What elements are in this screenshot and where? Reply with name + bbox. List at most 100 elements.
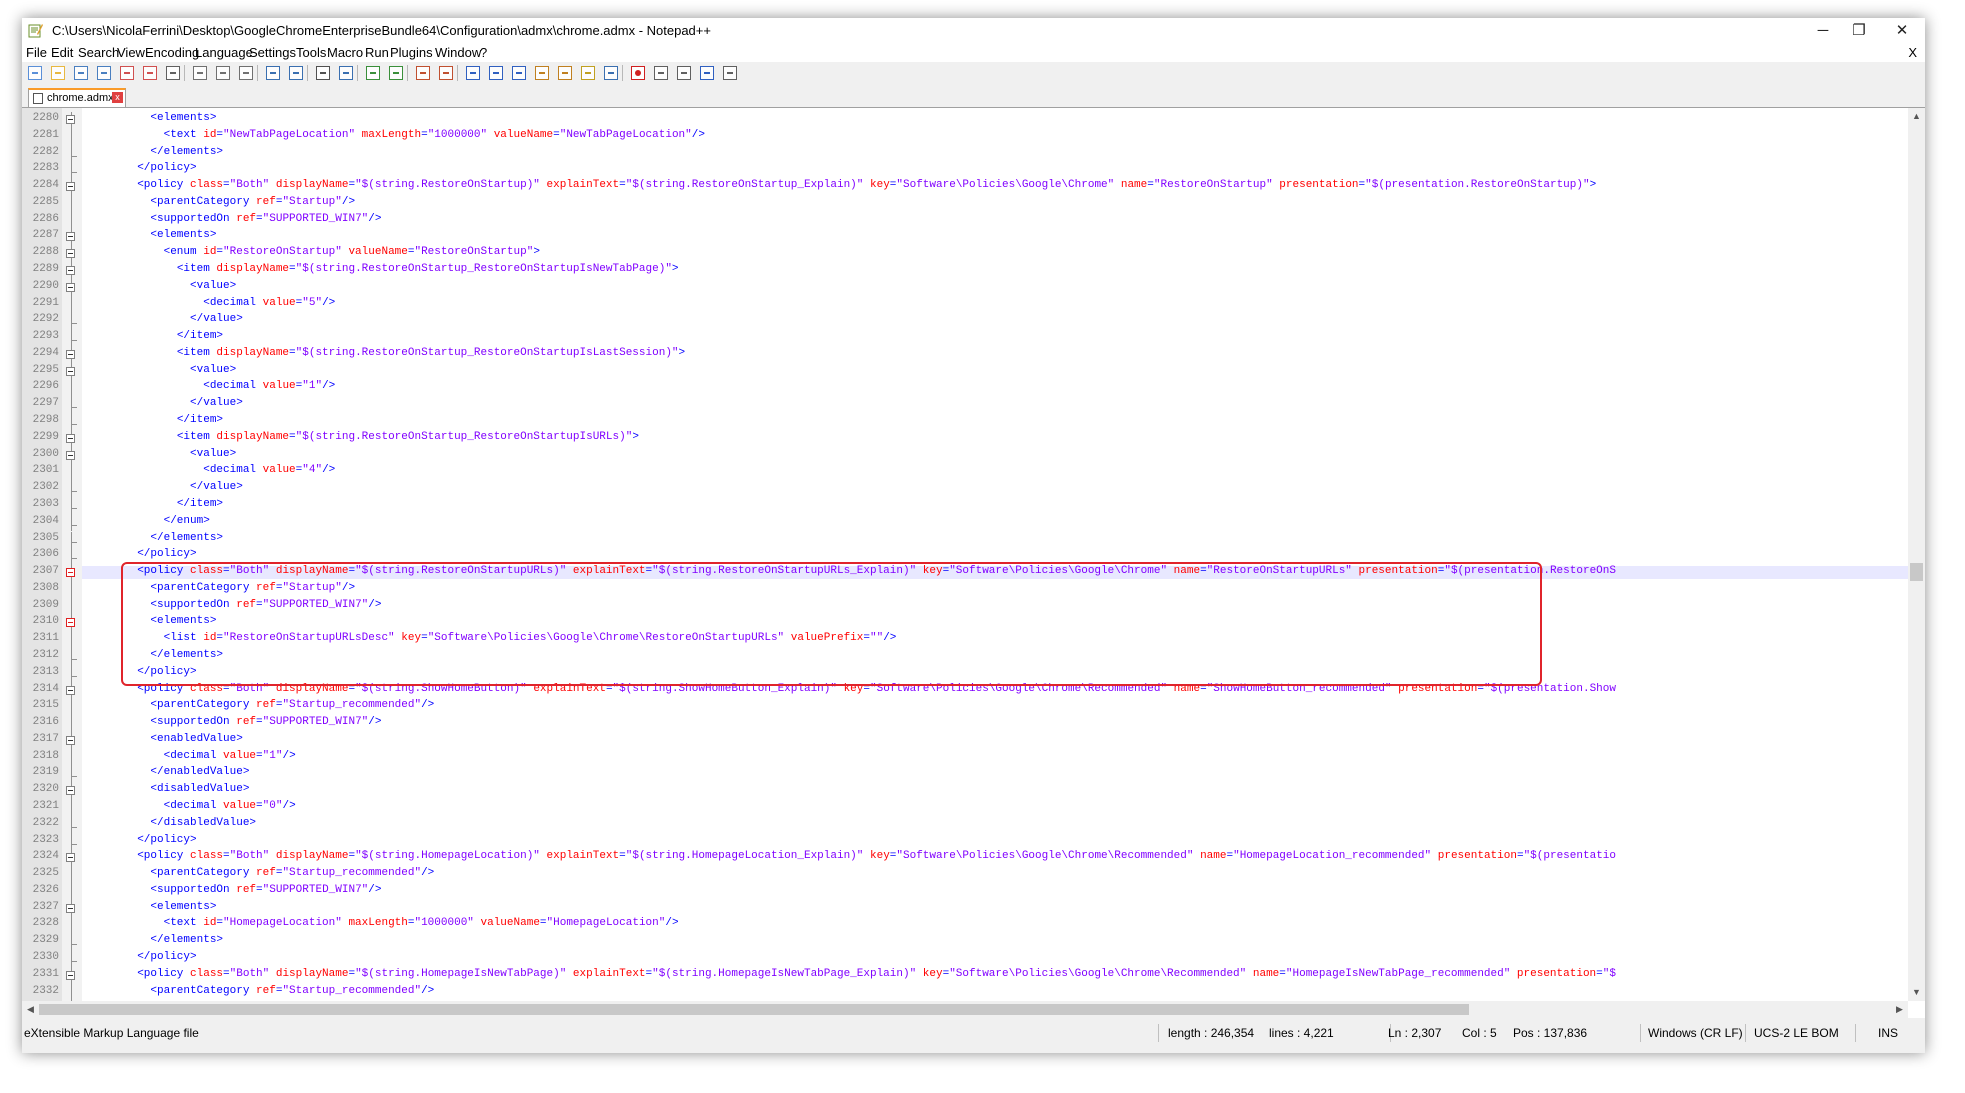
folder-workspace-icon[interactable] [581, 66, 595, 80]
fold-toggle-icon[interactable] [66, 735, 75, 745]
replace-icon[interactable] [339, 66, 353, 80]
line-number: 2306 [32, 548, 59, 561]
monitoring-icon[interactable] [604, 66, 618, 80]
fold-end-marker [71, 961, 77, 962]
copy-icon[interactable] [216, 66, 230, 80]
zoom-in-icon[interactable] [366, 66, 380, 80]
fold-guide-line [71, 380, 72, 398]
fold-toggle-icon[interactable] [66, 282, 75, 292]
fold-guide-line [71, 481, 72, 498]
menu-encoding[interactable]: Encoding [145, 45, 199, 60]
fold-end-marker [71, 340, 77, 342]
code-editor[interactable]: 2280 <elements> 2281 <text id="NewTabPage… [22, 108, 1925, 1018]
vertical-scroll-thumb[interactable] [1910, 563, 1923, 581]
play-macro-icon[interactable] [677, 66, 691, 80]
scroll-up-icon[interactable]: ▲ [1908, 108, 1925, 125]
menu-window[interactable]: Window [435, 45, 481, 60]
code-line: <supportedOn ref="SUPPORTED_WIN7"/> [150, 212, 382, 225]
title-bar: C:\Users\NicolaFerrini\Desktop\GoogleChr… [22, 18, 1925, 44]
fold-guide-line [71, 581, 72, 599]
indent-guide-icon[interactable] [512, 66, 526, 80]
toolbar-separator [357, 65, 358, 81]
tab-close-icon[interactable]: x [112, 92, 123, 103]
code-line: <policy class="Both" displayName="$(stri… [137, 967, 1616, 980]
menu-language[interactable]: Language [195, 45, 253, 60]
menu-view[interactable]: View [117, 45, 145, 60]
fold-toggle-icon[interactable] [66, 182, 75, 192]
cut-icon[interactable] [193, 66, 207, 80]
fold-end-marker [71, 172, 77, 174]
fold-toggle-icon[interactable] [66, 115, 75, 124]
fold-guide-line [71, 816, 72, 834]
find-icon[interactable] [316, 66, 330, 80]
scroll-down-icon[interactable]: ▼ [1908, 984, 1925, 1001]
stop-record-icon[interactable] [654, 66, 668, 80]
sync-vertical-icon[interactable] [416, 66, 430, 80]
fold-toggle-icon[interactable] [66, 685, 75, 695]
status-encoding: UCS-2 LE BOM [1754, 1026, 1839, 1040]
vertical-scrollbar[interactable]: ▲ ▼ [1908, 108, 1925, 1001]
zoom-out-icon[interactable] [389, 66, 403, 80]
menu-edit[interactable]: Edit [51, 45, 73, 60]
notepadpp-window: C:\Users\NicolaFerrini\Desktop\GoogleChr… [22, 18, 1925, 1053]
fold-toggle-icon[interactable] [66, 366, 75, 376]
fold-toggle-icon[interactable] [66, 970, 75, 980]
code-line: </value> [190, 397, 243, 410]
close-icon[interactable] [120, 66, 134, 80]
scroll-right-icon[interactable]: ▶ [1891, 1001, 1908, 1018]
fold-toggle-icon[interactable] [66, 349, 75, 359]
fold-toggle-icon[interactable] [66, 903, 75, 913]
print-icon[interactable] [166, 66, 180, 80]
close-document-button[interactable]: X [1908, 45, 1917, 60]
line-number: 2315 [32, 699, 59, 712]
save-macro-icon[interactable] [723, 66, 737, 80]
fold-guide-line [71, 330, 72, 347]
undo-icon[interactable] [266, 66, 280, 80]
show-all-chars-icon[interactable] [489, 66, 503, 80]
fold-toggle-icon[interactable] [66, 450, 75, 460]
scroll-left-icon[interactable]: ◀ [22, 1001, 39, 1018]
fold-toggle-icon[interactable] [66, 249, 75, 259]
function-list-icon[interactable] [558, 66, 572, 80]
record-macro-icon[interactable] [631, 66, 645, 80]
menu-settings[interactable]: Settings [249, 45, 296, 60]
menu-plugins[interactable]: Plugins [390, 45, 433, 60]
horizontal-scroll-thumb[interactable] [39, 1004, 1469, 1015]
horizontal-scrollbar[interactable]: ◀ ▶ [22, 1001, 1908, 1018]
sync-horizontal-icon[interactable] [439, 66, 453, 80]
line-number: 2286 [32, 212, 59, 225]
fold-toggle-icon[interactable] [66, 853, 75, 863]
paste-icon[interactable] [239, 66, 253, 80]
new-file-icon[interactable] [28, 66, 42, 80]
line-number: 2296 [32, 380, 59, 393]
fold-toggle-icon[interactable] [66, 618, 75, 628]
tab-chrome-admx[interactable]: chrome.admx x [28, 88, 126, 107]
word-wrap-icon[interactable] [466, 66, 480, 80]
fold-end-marker [71, 675, 77, 677]
line-number: 2289 [32, 263, 59, 276]
close-window-button[interactable]: ✕ [1879, 18, 1925, 44]
menu-macro[interactable]: Macro [327, 45, 363, 60]
toolbar [22, 62, 1925, 84]
code-line: <policy class="Both" displayName="$(stri… [137, 850, 1616, 863]
open-file-icon[interactable] [51, 66, 65, 80]
line-number: 2312 [32, 648, 59, 661]
run-macro-multiple-icon[interactable] [700, 66, 714, 80]
close-all-icon[interactable] [143, 66, 157, 80]
save-all-icon[interactable] [97, 66, 111, 80]
menu-help[interactable]: ? [480, 45, 487, 60]
menu-search[interactable]: Search [78, 45, 119, 60]
fold-toggle-icon[interactable] [66, 568, 75, 578]
fold-toggle-icon[interactable] [66, 266, 75, 276]
save-icon[interactable] [74, 66, 88, 80]
restore-button[interactable]: ❐ [1836, 18, 1882, 44]
menu-tools[interactable]: Tools [296, 45, 326, 60]
menu-file[interactable]: File [26, 45, 47, 60]
redo-icon[interactable] [289, 66, 303, 80]
fold-toggle-icon[interactable] [66, 433, 75, 443]
fold-toggle-icon[interactable] [66, 786, 75, 796]
doc-map-icon[interactable] [535, 66, 549, 80]
menu-run[interactable]: Run [365, 45, 389, 60]
fold-toggle-icon[interactable] [66, 232, 75, 242]
window-title: C:\Users\NicolaFerrini\Desktop\GoogleChr… [52, 23, 711, 38]
